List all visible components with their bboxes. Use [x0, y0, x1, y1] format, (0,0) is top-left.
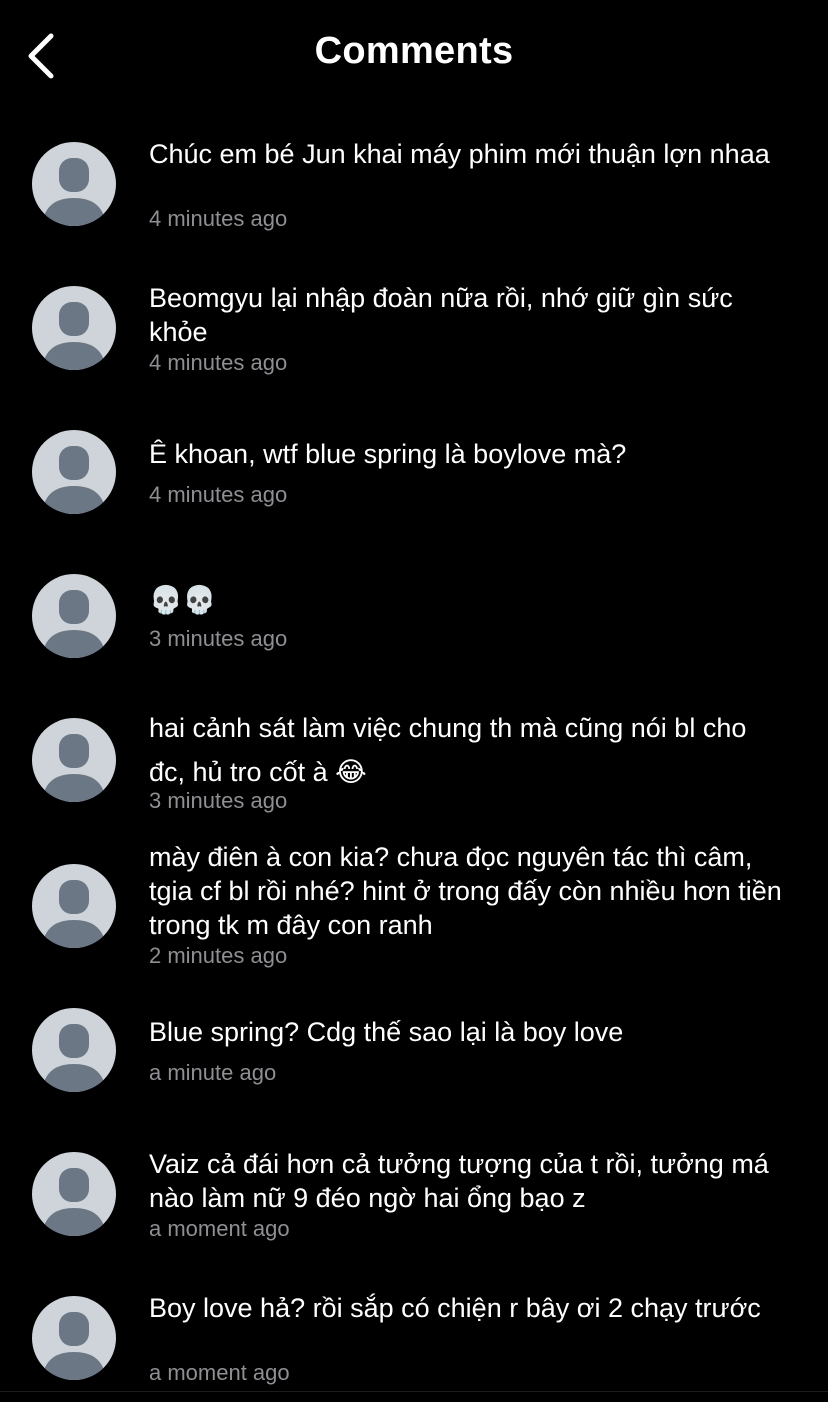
comment-timestamp: 3 minutes ago: [149, 788, 288, 813]
default-user-avatar-icon: [42, 446, 106, 514]
avatar[interactable]: [32, 286, 116, 370]
comment-text: Blue spring? Cdg thế sao lại là boy love: [149, 1017, 624, 1047]
default-user-avatar-icon: [42, 1312, 106, 1380]
comment-text: Chúc em bé Jun khai máy phim mới thuận l…: [149, 139, 770, 169]
comment-text: hai cảnh sát làm việc chung th mà cũng n…: [149, 713, 747, 787]
comment-timestamp: a minute ago: [149, 1060, 277, 1085]
default-user-avatar-icon: [42, 880, 106, 948]
avatar[interactable]: [32, 1152, 116, 1236]
comment-text: Beomgyu lại nhập đoàn nữa rồi, nhớ giữ g…: [149, 283, 733, 347]
comment-text: Ê khoan, wtf blue spring là boylove mà?: [149, 439, 627, 469]
default-user-avatar-icon: [42, 302, 106, 370]
comment-text: 💀💀: [149, 585, 217, 615]
comment-text: mày điên à con kia? chưa đọc nguyên tác …: [149, 842, 782, 940]
avatar[interactable]: [32, 1296, 116, 1380]
comment-list[interactable]: Chúc em bé Jun khai máy phim mới thuận l…: [0, 0, 828, 1402]
comment-timestamp: 4 minutes ago: [149, 206, 288, 231]
avatar[interactable]: [32, 574, 116, 658]
avatar[interactable]: [32, 1008, 116, 1092]
comment-text: Vaiz cả đái hơn cả tưởng tượng của t rồi…: [149, 1149, 769, 1213]
avatar[interactable]: [32, 864, 116, 948]
avatar[interactable]: [32, 142, 116, 226]
default-user-avatar-icon: [42, 590, 106, 658]
avatar[interactable]: [32, 430, 116, 514]
comment-timestamp: 2 minutes ago: [149, 943, 288, 968]
default-user-avatar-icon: [42, 158, 106, 226]
comment-timestamp: 3 minutes ago: [149, 626, 288, 651]
comment-timestamp: 4 minutes ago: [149, 350, 288, 375]
comment-timestamp: a moment ago: [149, 1216, 290, 1241]
comment-timestamp: 4 minutes ago: [149, 482, 288, 507]
bottom-divider: [0, 1391, 828, 1392]
comment-text: Boy love hả? rồi sắp có chiện r bây ơi 2…: [149, 1293, 761, 1323]
default-user-avatar-icon: [42, 1168, 106, 1236]
default-user-avatar-icon: [42, 734, 106, 802]
avatar[interactable]: [32, 718, 116, 802]
comment-timestamp: a moment ago: [149, 1360, 290, 1385]
default-user-avatar-icon: [42, 1024, 106, 1092]
